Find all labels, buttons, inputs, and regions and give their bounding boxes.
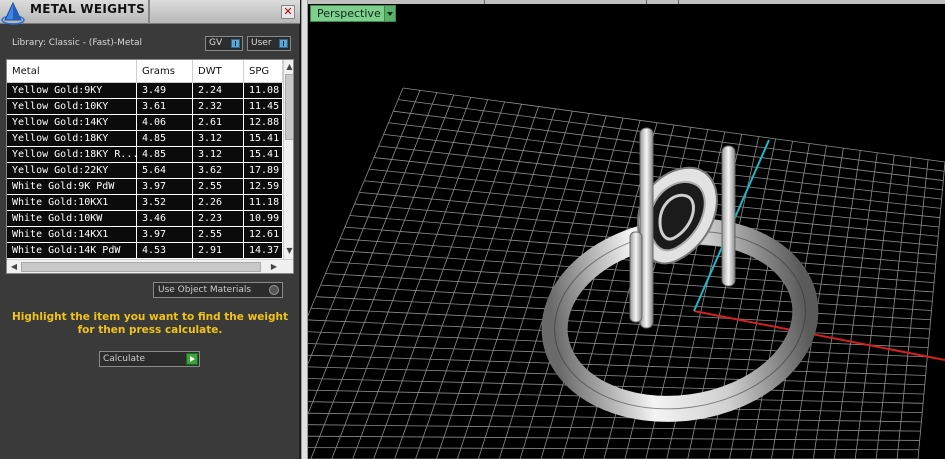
view-selector[interactable]: Perspective: [310, 5, 396, 22]
cell-metal: Yellow Gold:10KY: [7, 99, 137, 114]
table-row[interactable]: White Gold:10KW 3.46 2.23 10.99: [7, 211, 283, 227]
library-label: Library: Classic - (Fast)-Metal: [12, 38, 143, 48]
cell-metal: Yellow Gold:18KY: [7, 131, 137, 146]
cell-grams: 4.06: [137, 115, 193, 130]
cell-dwt: 2.32: [193, 99, 244, 114]
perspective-viewport[interactable]: [308, 0, 945, 459]
cell-dwt: 2.61: [193, 115, 244, 130]
table-row[interactable]: White Gold:10KX1 3.52 2.26 11.18: [7, 195, 283, 211]
column-header-metal[interactable]: Metal: [7, 60, 137, 83]
scroll-right-icon[interactable]: ▶: [268, 261, 280, 273]
cell-grams: 4.85: [137, 147, 193, 162]
chevron-down-icon[interactable]: [384, 6, 395, 21]
scroll-down-icon[interactable]: ▼: [284, 245, 293, 257]
table-horizontal-scrollbar[interactable]: ◀ ▶: [7, 259, 293, 273]
use-object-materials-toggle[interactable]: Use Object Materials: [153, 282, 283, 298]
cell-metal: Yellow Gold:18KY R...: [7, 147, 137, 162]
app-root: METAL WEIGHTS ✕ Library: Classic - (Fast…: [0, 0, 945, 459]
horizontal-scroll-thumb[interactable]: [21, 262, 261, 272]
cell-dwt: 2.55: [193, 179, 244, 194]
metal-weights-panel: METAL WEIGHTS ✕ Library: Classic - (Fast…: [0, 0, 300, 459]
gv-select-knob-icon: [231, 39, 240, 48]
cell-spg: 12.59: [244, 179, 283, 194]
cell-dwt: 2.91: [193, 243, 244, 258]
cell-metal: White Gold:14KX1: [7, 227, 137, 242]
cell-spg: 17.89: [244, 163, 283, 178]
cell-spg: 14.37: [244, 243, 283, 258]
table-row[interactable]: Yellow Gold:10KY 3.61 2.32 11.45: [7, 99, 283, 115]
calculate-button[interactable]: Calculate: [99, 351, 200, 367]
radio-icon: [269, 285, 279, 295]
cell-grams: 3.49: [137, 83, 193, 98]
cell-dwt: 3.62: [193, 163, 244, 178]
cell-grams: 3.61: [137, 99, 193, 114]
cell-metal: Yellow Gold:9KY: [7, 83, 137, 98]
table-row[interactable]: White Gold:9K PdW 3.97 2.55 12.59: [7, 179, 283, 195]
pyramid-app-icon: [1, 1, 25, 25]
cell-metal: Yellow Gold:22KY: [7, 163, 137, 178]
cell-spg: 11.08: [244, 83, 283, 98]
cell-grams: 3.97: [137, 179, 193, 194]
cell-spg: 12.61: [244, 227, 283, 242]
cell-metal: White Gold:14K PdW: [7, 243, 137, 258]
cell-grams: 5.64: [137, 163, 193, 178]
table-row[interactable]: White Gold:14KX1 3.97 2.55 12.61: [7, 227, 283, 243]
cell-spg: 12.88: [244, 115, 283, 130]
vertical-scroll-thumb[interactable]: [285, 74, 293, 140]
panel-title: METAL WEIGHTS: [30, 2, 146, 16]
column-header-spg[interactable]: SPG: [244, 60, 283, 83]
use-object-materials-label: Use Object Materials: [158, 285, 252, 295]
title-tab-divider: [148, 0, 150, 24]
table-body: Yellow Gold:9KY 3.49 2.24 11.08 Yellow Gold:…: [7, 83, 283, 259]
calculate-label: Calculate: [103, 354, 146, 364]
table-row[interactable]: Yellow Gold:18KY R... 4.85 3.12 15.41: [7, 147, 283, 163]
metal-table: Metal Grams DWT SPG Yellow Gold:9KY 3.49 2…: [6, 59, 294, 274]
ring-model: [541, 127, 819, 422]
viewport-scene: [308, 87, 945, 459]
cell-dwt: 2.26: [193, 195, 244, 210]
cell-dwt: 3.12: [193, 131, 244, 146]
table-row[interactable]: Yellow Gold:18KY 4.85 3.12 15.41: [7, 131, 283, 147]
viewport-top-strip: [308, 0, 945, 4]
scroll-left-icon[interactable]: ◀: [8, 261, 20, 273]
play-arrow-icon: [186, 353, 198, 365]
gv-select[interactable]: GV: [205, 36, 243, 51]
cell-grams: 3.52: [137, 195, 193, 210]
cell-dwt: 2.24: [193, 83, 244, 98]
cell-spg: 11.18: [244, 195, 283, 210]
cell-grams: 3.46: [137, 211, 193, 226]
table-row[interactable]: White Gold:14K PdW 4.53 2.91 14.37: [7, 243, 283, 259]
panel-splitter[interactable]: [301, 0, 308, 459]
column-header-grams[interactable]: Grams: [137, 60, 193, 83]
scroll-up-icon[interactable]: ▲: [284, 61, 293, 73]
hint-text: Highlight the item you want to find the …: [12, 311, 288, 336]
table-vertical-scrollbar[interactable]: ▲ ▼: [283, 60, 293, 259]
table-row[interactable]: Yellow Gold:9KY 3.49 2.24 11.08: [7, 83, 283, 99]
user-select-value: User: [251, 38, 272, 48]
cell-metal: White Gold:9K PdW: [7, 179, 137, 194]
cell-spg: 11.45: [244, 99, 283, 114]
panel-titlebar[interactable]: METAL WEIGHTS ✕: [0, 0, 300, 25]
table-header: Metal Grams DWT SPG: [7, 60, 283, 83]
cell-grams: 3.97: [137, 227, 193, 242]
cell-dwt: 3.12: [193, 147, 244, 162]
cell-metal: White Gold:10KW: [7, 211, 137, 226]
table-row[interactable]: Yellow Gold:22KY 5.64 3.62 17.89: [7, 163, 283, 179]
cell-dwt: 2.55: [193, 227, 244, 242]
cell-dwt: 2.23: [193, 211, 244, 226]
cell-metal: White Gold:10KX1: [7, 195, 137, 210]
view-name: Perspective: [317, 7, 381, 20]
close-button[interactable]: ✕: [281, 5, 295, 19]
cell-spg: 15.41: [244, 131, 283, 146]
user-select[interactable]: User: [247, 36, 291, 51]
cell-metal: Yellow Gold:14KY: [7, 115, 137, 130]
cell-grams: 4.53: [137, 243, 193, 258]
user-select-knob-icon: [279, 39, 288, 48]
cell-grams: 4.85: [137, 131, 193, 146]
cell-spg: 15.41: [244, 147, 283, 162]
gv-select-value: GV: [209, 38, 223, 48]
cell-spg: 10.99: [244, 211, 283, 226]
table-row[interactable]: Yellow Gold:14KY 4.06 2.61 12.88: [7, 115, 283, 131]
column-header-dwt[interactable]: DWT: [193, 60, 244, 83]
